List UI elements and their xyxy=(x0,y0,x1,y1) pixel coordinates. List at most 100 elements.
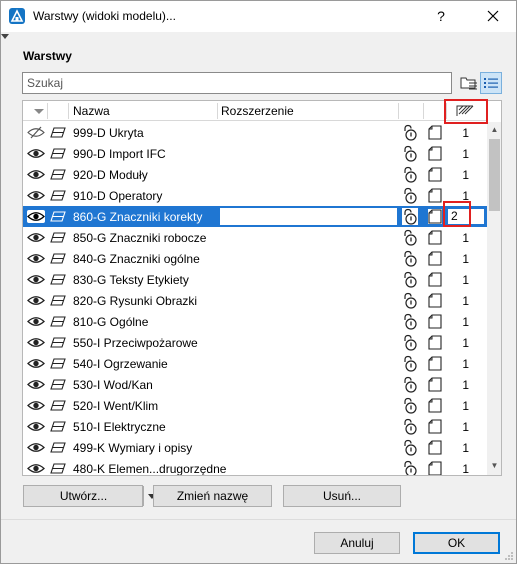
layer-row[interactable]: 999-D Ukryta 1 xyxy=(23,122,487,143)
layer-type-icon[interactable] xyxy=(50,463,66,474)
scroll-thumb[interactable] xyxy=(489,139,500,211)
layer-row[interactable]: 499-K Wymiary i opisy 1 xyxy=(23,437,487,458)
layer-type-icon[interactable] xyxy=(50,421,66,432)
layer-row[interactable]: 830-G Teksty Etykiety 1 xyxy=(23,269,487,290)
layer-type-icon[interactable] xyxy=(50,232,66,243)
layer-row[interactable]: 850-G Znaczniki robocze 1 xyxy=(23,227,487,248)
search-input[interactable] xyxy=(22,72,452,94)
layer-type-icon[interactable] xyxy=(50,442,66,453)
lock-icon[interactable] xyxy=(402,460,418,475)
layer-type-icon[interactable] xyxy=(50,400,66,411)
visibility-eye-icon[interactable] xyxy=(27,378,45,391)
layer-row[interactable]: 510-I Elektryczne 1 xyxy=(23,416,487,437)
column-header-extension[interactable]: Rozszerzenie xyxy=(221,104,294,118)
layer-type-icon[interactable] xyxy=(50,274,66,285)
wireframe-page-icon[interactable] xyxy=(428,293,442,308)
wireframe-page-icon[interactable] xyxy=(428,377,442,392)
collapse-triangle-icon[interactable] xyxy=(1,34,9,39)
layer-type-icon[interactable] xyxy=(50,337,66,348)
visibility-eye-icon[interactable] xyxy=(27,231,45,244)
lock-icon[interactable] xyxy=(402,376,418,393)
hidden-eye-icon[interactable] xyxy=(27,126,45,139)
scroll-up-icon[interactable]: ▲ xyxy=(487,122,501,137)
lock-icon[interactable] xyxy=(402,397,418,414)
layer-type-icon[interactable] xyxy=(50,211,66,222)
lock-icon[interactable] xyxy=(402,187,418,204)
column-header-name[interactable]: Nazwa xyxy=(73,104,110,118)
wireframe-page-icon[interactable] xyxy=(428,356,442,371)
create-button[interactable]: Utwórz... xyxy=(23,485,156,507)
layer-type-icon[interactable] xyxy=(50,295,66,306)
lock-icon[interactable] xyxy=(402,250,418,267)
visibility-eye-icon[interactable] xyxy=(27,189,45,202)
lock-icon[interactable] xyxy=(402,229,418,246)
layer-type-icon[interactable] xyxy=(50,253,66,264)
lock-icon[interactable] xyxy=(402,208,418,225)
visibility-eye-icon[interactable] xyxy=(27,420,45,433)
lock-icon[interactable] xyxy=(402,166,418,183)
visibility-eye-icon[interactable] xyxy=(27,357,45,370)
wireframe-page-icon[interactable] xyxy=(428,419,442,434)
wireframe-page-icon[interactable] xyxy=(428,461,442,475)
layer-row[interactable]: 840-G Znaczniki ogólne 1 xyxy=(23,248,487,269)
extension-field[interactable] xyxy=(220,208,397,225)
rename-button[interactable]: Zmień nazwę xyxy=(153,485,272,507)
layer-row[interactable]: 910-D Operatory 1 xyxy=(23,185,487,206)
visibility-eye-icon[interactable] xyxy=(27,315,45,328)
lock-icon[interactable] xyxy=(402,271,418,288)
wireframe-page-icon[interactable] xyxy=(428,230,442,245)
wireframe-page-icon[interactable] xyxy=(428,398,442,413)
lock-icon[interactable] xyxy=(402,439,418,456)
lock-icon[interactable] xyxy=(402,418,418,435)
layer-row[interactable]: 820-G Rysunki Obrazki 1 xyxy=(23,290,487,311)
visibility-eye-icon[interactable] xyxy=(27,441,45,454)
close-button[interactable] xyxy=(481,5,505,27)
layer-row[interactable]: 990-D Import IFC 1 xyxy=(23,143,487,164)
layer-type-icon[interactable] xyxy=(50,379,66,390)
visibility-eye-icon[interactable] xyxy=(27,147,45,160)
layer-type-icon[interactable] xyxy=(50,148,66,159)
layer-row[interactable]: 480-K Elemen...drugorzędne 1 xyxy=(23,458,487,475)
layer-row[interactable]: 550-I Przeciwpożarowe 1 xyxy=(23,332,487,353)
visibility-eye-icon[interactable] xyxy=(27,294,45,307)
wireframe-page-icon[interactable] xyxy=(428,314,442,329)
delete-button[interactable]: Usuń... xyxy=(283,485,401,507)
wireframe-page-icon[interactable] xyxy=(428,146,442,161)
ok-button[interactable]: OK xyxy=(413,532,500,554)
visibility-eye-icon[interactable] xyxy=(27,210,45,223)
visibility-eye-icon[interactable] xyxy=(27,462,45,475)
wireframe-page-icon[interactable] xyxy=(428,125,442,140)
lock-icon[interactable] xyxy=(402,292,418,309)
layer-type-icon[interactable] xyxy=(50,358,66,369)
layer-row[interactable]: 860-G Znaczniki korekty 2 xyxy=(23,206,487,227)
layer-row[interactable]: 810-G Ogólne 1 xyxy=(23,311,487,332)
wireframe-page-icon[interactable] xyxy=(428,272,442,287)
layer-type-icon[interactable] xyxy=(50,316,66,327)
wireframe-page-icon[interactable] xyxy=(428,188,442,203)
visibility-eye-icon[interactable] xyxy=(27,336,45,349)
layer-row[interactable]: 540-I Ogrzewanie 1 xyxy=(23,353,487,374)
vertical-scrollbar[interactable]: ▲ ▼ xyxy=(487,122,501,475)
visibility-eye-icon[interactable] xyxy=(27,273,45,286)
lock-icon[interactable] xyxy=(402,334,418,351)
wireframe-page-icon[interactable] xyxy=(428,167,442,182)
lock-icon[interactable] xyxy=(402,355,418,372)
layer-type-icon[interactable] xyxy=(50,190,66,201)
wireframe-page-icon[interactable] xyxy=(428,335,442,350)
visibility-eye-icon[interactable] xyxy=(27,399,45,412)
list-view-button[interactable] xyxy=(480,72,502,94)
lock-icon[interactable] xyxy=(402,145,418,162)
layer-row[interactable]: 530-I Wod/Kan 1 xyxy=(23,374,487,395)
wireframe-page-icon[interactable] xyxy=(428,209,442,224)
wireframe-page-icon[interactable] xyxy=(428,440,442,455)
lock-icon[interactable] xyxy=(402,313,418,330)
visibility-eye-icon[interactable] xyxy=(27,168,45,181)
sort-arrow-icon[interactable] xyxy=(34,109,44,114)
wireframe-page-icon[interactable] xyxy=(428,251,442,266)
folder-view-button[interactable] xyxy=(458,72,480,94)
scroll-down-icon[interactable]: ▼ xyxy=(487,458,501,473)
lock-icon[interactable] xyxy=(402,124,418,141)
visibility-eye-icon[interactable] xyxy=(27,252,45,265)
layer-row[interactable]: 520-I Went/Klim 1 xyxy=(23,395,487,416)
help-button[interactable]: ? xyxy=(431,6,451,26)
